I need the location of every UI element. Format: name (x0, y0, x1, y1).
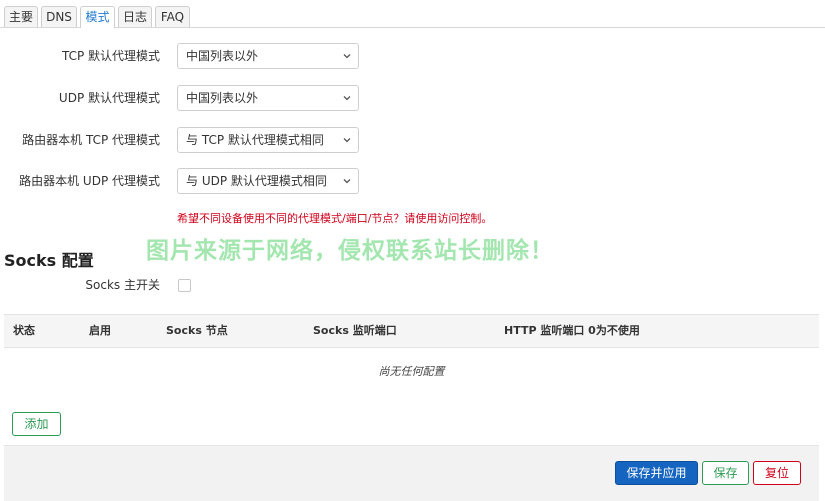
chevron-down-icon (343, 138, 351, 143)
select-value: 中国列表以外 (186, 49, 259, 63)
socks-table-header: 状态 启用 Socks 节点 Socks 监听端口 HTTP 监听端口 0为不使… (4, 314, 819, 348)
tcp-default-mode-select[interactable]: 中国列表以外 (177, 43, 359, 69)
column-header-status: 状态 (13, 324, 35, 337)
chevron-down-icon (343, 179, 351, 184)
local-udp-mode-label: 路由器本机 UDP 代理模式 (19, 174, 160, 188)
add-socks-button[interactable]: 添加 (12, 412, 61, 436)
tcp-default-mode-row: TCP 默认代理模式 中国列表以外 (0, 43, 825, 69)
udp-default-mode-row: UDP 默认代理模式 中国列表以外 (0, 85, 825, 111)
tab-bar: 主要 DNS 模式 日志 FAQ (0, 0, 825, 28)
local-tcp-mode-label: 路由器本机 TCP 代理模式 (22, 133, 160, 147)
local-udp-mode-row: 路由器本机 UDP 代理模式 与 UDP 默认代理模式相同 (0, 168, 825, 194)
tab-mode[interactable]: 模式 (80, 6, 115, 28)
local-tcp-mode-select[interactable]: 与 TCP 默认代理模式相同 (177, 127, 359, 153)
watermark-text: 图片来源于网络，侵权联系站长删除！ (146, 238, 554, 264)
column-header-enabled: 启用 (89, 324, 111, 337)
udp-default-mode-label: UDP 默认代理模式 (58, 91, 160, 105)
tab-label: FAQ (160, 10, 185, 24)
tab-main[interactable]: 主要 (4, 6, 38, 27)
local-udp-mode-select[interactable]: 与 UDP 默认代理模式相同 (177, 168, 359, 194)
chevron-down-icon (343, 54, 351, 59)
tab-label: 模式 (85, 10, 110, 24)
select-value: 与 TCP 默认代理模式相同 (186, 133, 324, 147)
tab-label: DNS (46, 10, 72, 24)
save-button[interactable]: 保存 (702, 461, 749, 485)
column-header-socks-node: Socks 节点 (166, 324, 228, 337)
save-and-apply-button[interactable]: 保存并应用 (615, 461, 698, 485)
select-value: 与 UDP 默认代理模式相同 (186, 174, 327, 188)
access-control-hint: 希望不同设备使用不同的代理模式/端口/节点？请使用访问控制。 (177, 212, 493, 225)
tab-log[interactable]: 日志 (118, 6, 152, 27)
tab-label: 主要 (8, 10, 33, 24)
socks-table-empty-message: 尚无任何配置 (378, 365, 445, 378)
chevron-down-icon (343, 96, 351, 101)
select-value: 中国列表以外 (186, 91, 259, 105)
tab-faq[interactable]: FAQ (155, 6, 190, 27)
udp-default-mode-select[interactable]: 中国列表以外 (177, 85, 359, 111)
column-header-http-port: HTTP 监听端口 0为不使用 (504, 324, 640, 337)
reset-button[interactable]: 复位 (753, 461, 801, 485)
tcp-default-mode-label: TCP 默认代理模式 (61, 49, 160, 63)
column-header-socks-port: Socks 监听端口 (313, 324, 397, 337)
tab-label: 日志 (122, 10, 147, 24)
socks-section-title: Socks 配置 (4, 251, 94, 270)
socks-master-switch-checkbox[interactable] (178, 279, 191, 292)
tab-dns[interactable]: DNS (41, 6, 77, 27)
socks-master-switch-label: Socks 主开关 (85, 278, 160, 292)
local-tcp-mode-row: 路由器本机 TCP 代理模式 与 TCP 默认代理模式相同 (0, 127, 825, 153)
